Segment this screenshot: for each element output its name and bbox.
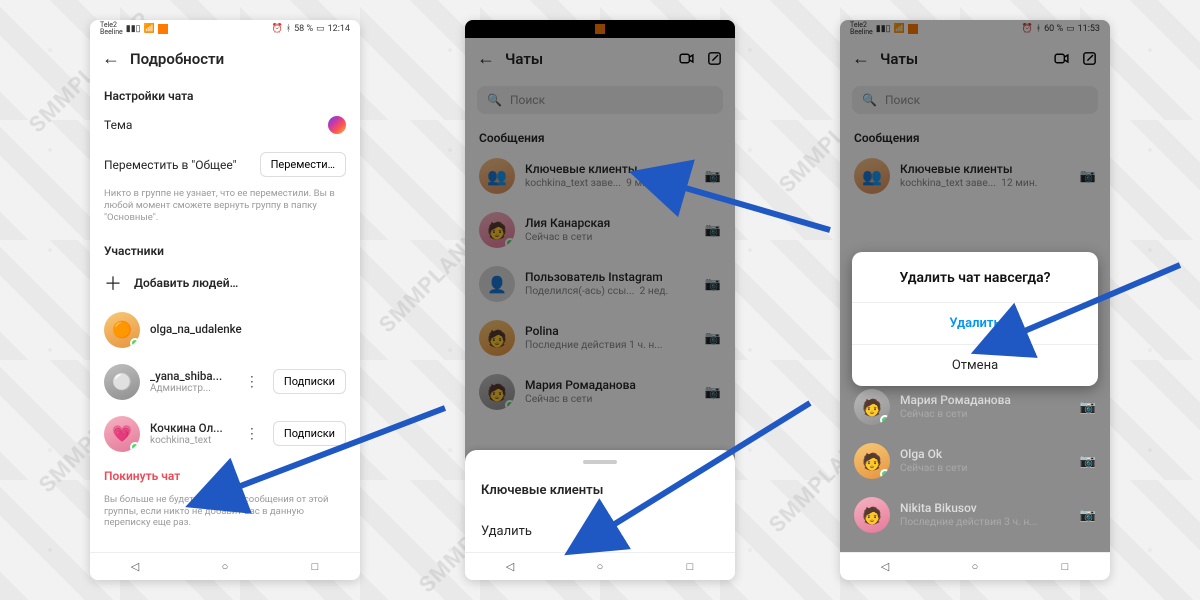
online-dot-icon (130, 442, 140, 452)
wifi-icon: 📶 (144, 24, 155, 34)
android-nav-bar: ◁ ○ □ (90, 552, 360, 580)
leave-chat-button[interactable]: Покинуть чат (90, 460, 360, 492)
camera-icon[interactable]: 📷 (1080, 454, 1096, 469)
nav-home-icon[interactable]: ○ (592, 559, 608, 575)
back-button[interactable]: ← (102, 48, 120, 69)
chat-name: Nikita Bikusov (900, 502, 1070, 515)
plus-icon: ＋ (104, 270, 122, 296)
nav-home-icon[interactable]: ○ (217, 559, 233, 575)
chat-name: Мария Ромаданова (900, 394, 1070, 407)
member-name: _yana_shiba... (150, 370, 231, 383)
camera-icon[interactable]: 📷 (1080, 508, 1096, 523)
more-icon[interactable]: ⋮ (241, 426, 263, 442)
page-title: Подробности (130, 50, 224, 68)
phone-chats-sheet: ← Чаты 🔍 Поиск Сообщения 👥 Ключевые клие… (465, 20, 735, 580)
nav-home-icon[interactable]: ○ (967, 559, 983, 575)
add-people-label: Добавить людей… (134, 276, 238, 290)
action-sheet: Ключевые клиенты Удалить (465, 450, 735, 552)
dialog-delete-button[interactable]: Удалить (852, 302, 1098, 344)
move-row: Переместить в "Общее" Перемести… (90, 143, 360, 186)
dim-overlay (465, 20, 735, 478)
section-chat-settings: Настройки чата (90, 79, 360, 107)
phone-chats-dialog: Tele2 Beeline ▮▮▯ 📶 ⏰ ᚼ 60 % ▭ 11:53 ← Ч… (840, 20, 1110, 580)
dialog-title: Удалить чат навсегда? (852, 252, 1098, 302)
more-icon[interactable]: ⋮ (241, 374, 263, 390)
chat-sub: Последние действия 3 ч. н... (900, 515, 1070, 528)
leave-chat-label: Покинуть чат (104, 469, 180, 483)
signal-icon: ▮▮▯ (126, 24, 141, 34)
battery-icon: ▭ (316, 24, 325, 34)
theme-row[interactable]: Тема (90, 107, 360, 143)
chat-row[interactable]: 🧑 Olga Ok Сейчас в сети 📷 (840, 434, 1110, 488)
member-row[interactable]: 🟠 olga_na_udalenke (90, 304, 360, 356)
android-nav-bar: ◁ ○ □ (465, 552, 735, 580)
nav-recent-icon[interactable]: □ (682, 559, 698, 575)
camera-icon[interactable]: 📷 (1080, 400, 1096, 415)
member-row[interactable]: 💗 Кочкина Ол... kochkina_text ⋮ Подписки (90, 408, 360, 460)
sim-icon (158, 24, 168, 34)
dialog-cancel-button[interactable]: Отмена (852, 344, 1098, 386)
member-sub: Администр... (150, 383, 231, 394)
nav-back-icon[interactable]: ◁ (877, 559, 893, 575)
online-dot-icon (880, 415, 890, 425)
status-bar: Tele2 Beeline ▮▮▯ 📶 ⏰ ᚼ 58 % ▭ 12:14 (90, 20, 360, 38)
nav-recent-icon[interactable]: □ (1057, 559, 1073, 575)
chat-sub: Сейчас в сети (900, 407, 1070, 420)
alarm-icon: ⏰ (271, 24, 282, 34)
member-name: Кочкина Ол... (150, 422, 231, 435)
add-people-row[interactable]: ＋ Добавить людей… (90, 262, 360, 304)
avatar: 💗 (104, 416, 140, 452)
follow-button[interactable]: Подписки (273, 369, 346, 394)
phone-details: Tele2 Beeline ▮▮▯ 📶 ⏰ ᚼ 58 % ▭ 12:14 ← П… (90, 20, 360, 580)
section-members: Участники (90, 234, 360, 262)
chat-row[interactable]: 🧑 Nikita Bikusov Последние действия 3 ч.… (840, 488, 1110, 542)
online-dot-icon (130, 338, 140, 348)
chat-sub: Сейчас в сети (900, 461, 1070, 474)
theme-label: Тема (104, 118, 318, 132)
clock: 12:14 (328, 24, 350, 34)
sheet-title: Ключевые клиенты (465, 470, 735, 511)
avatar: ⚪ (104, 364, 140, 400)
battery-level: 58 % (294, 24, 313, 34)
android-nav-bar: ◁ ○ □ (840, 552, 1110, 580)
nav-back-icon[interactable]: ◁ (502, 559, 518, 575)
nav-back-icon[interactable]: ◁ (127, 559, 143, 575)
avatar: 🧑 (854, 389, 890, 425)
avatar: 🟠 (104, 312, 140, 348)
chat-name: Olga Ok (900, 448, 1070, 461)
carrier-2: Beeline (100, 29, 123, 36)
member-sub: kochkina_text (150, 435, 231, 446)
leave-chat-hint: Вы больше не будете получать сообщения о… (90, 492, 360, 540)
avatar: 🧑 (854, 497, 890, 533)
move-button[interactable]: Перемести… (260, 152, 346, 177)
delete-dialog: Удалить чат навсегда? Удалить Отмена (852, 252, 1098, 386)
member-name: olga_na_udalenke (150, 323, 346, 336)
online-dot-icon (880, 469, 890, 479)
member-row[interactable]: ⚪ _yana_shiba... Администр... ⋮ Подписки (90, 356, 360, 408)
chat-row[interactable]: 🧑 Мария Ромаданова Сейчас в сети 📷 (840, 380, 1110, 434)
bt-icon: ᚼ (286, 24, 291, 34)
header: ← Подробности (90, 38, 360, 79)
theme-color-icon (328, 116, 346, 134)
sheet-handle-icon[interactable] (583, 460, 617, 464)
sheet-delete-button[interactable]: Удалить (465, 511, 735, 552)
move-hint: Никто в группе не узнает, что ее перемес… (90, 186, 360, 234)
move-label: Переместить в "Общее" (104, 158, 250, 172)
avatar: 🧑 (854, 443, 890, 479)
nav-recent-icon[interactable]: □ (307, 559, 323, 575)
follow-button[interactable]: Подписки (273, 421, 346, 446)
